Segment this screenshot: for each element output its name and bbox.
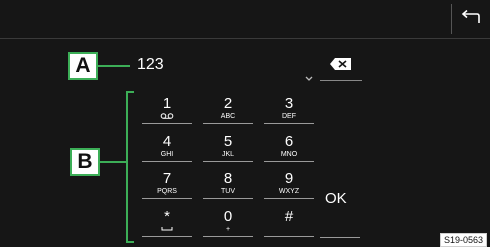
- key-digit: 4: [162, 133, 172, 150]
- key-letters: MNO: [280, 151, 298, 158]
- callout-b-bracket-top: [126, 91, 134, 93]
- key-4[interactable]: 4 GHI: [142, 132, 192, 162]
- ok-underline: [320, 237, 360, 238]
- key-letters: WXYZ: [278, 188, 300, 195]
- key-digit: 7: [162, 170, 172, 187]
- key-digit: *: [164, 208, 170, 225]
- key-6[interactable]: 6 MNO: [264, 132, 314, 162]
- figure-code-label: S19-0563: [440, 233, 488, 247]
- delete-digit-button[interactable]: [325, 54, 359, 76]
- key-3[interactable]: 3 DEF: [264, 94, 314, 124]
- callout-label-b: B: [70, 148, 100, 176]
- callout-a-leader: [98, 65, 130, 67]
- callout-label-a: A: [68, 52, 98, 80]
- dialed-number-display: 123: [137, 56, 164, 73]
- phone-dialer-screen: A 123 B 1 2 ABC 3 DEF 4 GHI 5 JKL 6 MNO …: [0, 0, 490, 247]
- callout-b-bracket: [126, 91, 128, 243]
- key-digit: 5: [223, 133, 233, 150]
- key-letters: TUV: [221, 188, 235, 195]
- key-letters: PQRS: [157, 188, 177, 195]
- key-2[interactable]: 2 ABC: [203, 94, 253, 124]
- key-digit: 8: [223, 170, 233, 187]
- backspace-icon: [325, 58, 359, 80]
- space-icon: [142, 225, 192, 235]
- key-digit: 2: [223, 95, 233, 112]
- top-divider: [0, 38, 490, 39]
- key-digit: 0: [223, 208, 233, 225]
- key-letters: JKL: [221, 151, 235, 158]
- key-9[interactable]: 9 WXYZ: [264, 169, 314, 199]
- key-star[interactable]: *: [142, 207, 192, 237]
- key-0[interactable]: 0 +: [203, 207, 253, 237]
- key-digit: 6: [284, 133, 294, 150]
- key-7[interactable]: 7 PQRS: [142, 169, 192, 199]
- key-hash[interactable]: #: [264, 207, 314, 237]
- top-bar: [0, 0, 490, 38]
- key-8[interactable]: 8 TUV: [203, 169, 253, 199]
- return-arrow-icon: [460, 9, 482, 29]
- key-letters: ABC: [220, 113, 236, 120]
- key-plus: +: [225, 226, 231, 233]
- key-5[interactable]: 5 JKL: [203, 132, 253, 162]
- key-digit: 3: [284, 95, 294, 112]
- back-button[interactable]: [452, 0, 490, 38]
- key-1[interactable]: 1: [142, 94, 192, 124]
- ok-button[interactable]: OK: [325, 190, 347, 207]
- callout-b-leader: [100, 161, 126, 163]
- key-letters: GHI: [160, 151, 174, 158]
- key-letters: DEF: [282, 113, 296, 120]
- delete-underline: [320, 80, 362, 81]
- voicemail-icon: [142, 112, 192, 123]
- chevron-down-icon[interactable]: [303, 70, 315, 81]
- key-digit: 1: [162, 95, 172, 112]
- key-digit: #: [284, 208, 294, 225]
- callout-b-bracket-bottom: [126, 241, 134, 243]
- key-digit: 9: [284, 170, 294, 187]
